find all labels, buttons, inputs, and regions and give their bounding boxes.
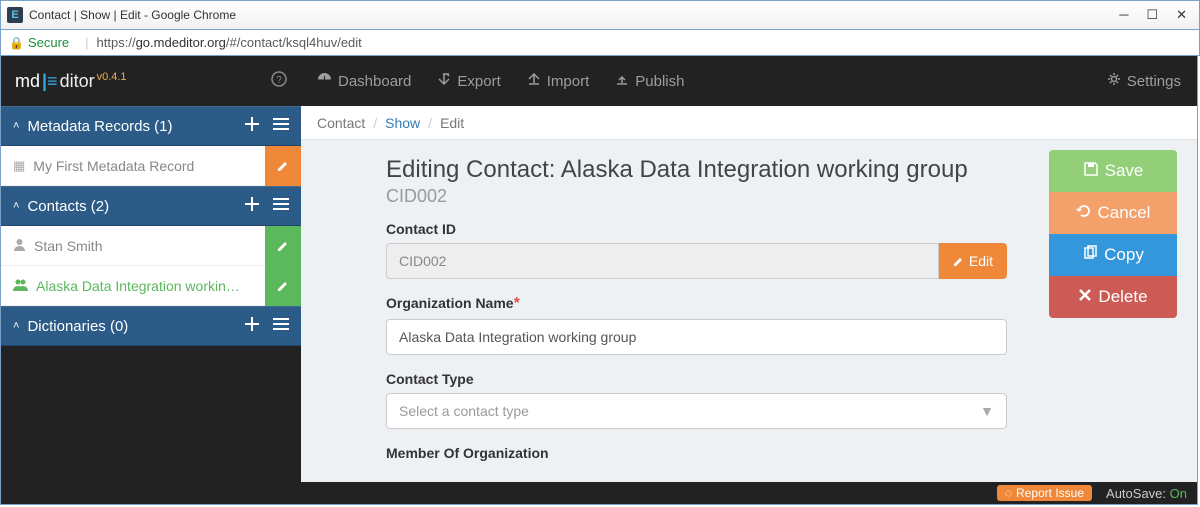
window-title: Contact | Show | Edit - Google Chrome — [29, 8, 236, 22]
edit-contact-button[interactable] — [265, 266, 301, 306]
add-dictionary-button[interactable] — [245, 317, 259, 335]
status-footer: ◌ Report Issue AutoSave: On — [301, 482, 1197, 504]
chevron-up-icon: ˄ — [13, 200, 19, 212]
sidebar-item-label: My First Metadata Record — [33, 158, 194, 174]
action-button-column: Save Cancel Copy Delete — [1049, 150, 1177, 318]
add-metadata-button[interactable] — [245, 117, 259, 135]
add-contact-button[interactable] — [245, 197, 259, 215]
organization-name-field[interactable] — [386, 319, 1007, 355]
copy-icon — [1082, 245, 1098, 266]
sidebar: md|≡ditorv0.4.1 ? ˄ Metadata Records (1)… — [1, 56, 301, 504]
main-content: Save Cancel Copy Delete Editing Contact:… — [301, 140, 1197, 482]
lock-icon: 🔒 — [9, 36, 24, 50]
page-subtitle: CID002 — [386, 186, 1007, 207]
app-logo: md|≡ditorv0.4.1 — [15, 71, 127, 92]
cancel-button[interactable]: Cancel — [1049, 192, 1177, 234]
github-icon: ◌ — [1005, 486, 1012, 500]
grid-icon: ▦ — [13, 158, 25, 174]
autosave-status: AutoSave: On — [1106, 486, 1187, 501]
sidebar-section-dictionaries[interactable]: ˄ Dictionaries (0) — [1, 306, 301, 346]
save-icon — [1083, 161, 1099, 182]
report-issue-button[interactable]: ◌ Report Issue — [997, 485, 1092, 501]
group-icon — [13, 278, 28, 294]
nav-export[interactable]: Export — [437, 72, 500, 90]
undo-icon — [1076, 203, 1092, 224]
url-display[interactable]: https://go.mdeditor.org/#/contact/ksql4h… — [97, 35, 362, 50]
app-favicon: E — [7, 7, 23, 23]
nav-import[interactable]: Import — [527, 72, 590, 90]
x-icon — [1078, 287, 1092, 307]
sidebar-section-contacts[interactable]: ˄ Contacts (2) — [1, 186, 301, 226]
help-icon[interactable]: ? — [271, 71, 287, 92]
edit-metadata-button[interactable] — [265, 146, 301, 186]
list-dictionaries-button[interactable] — [273, 317, 289, 335]
import-icon — [527, 72, 541, 90]
list-metadata-button[interactable] — [273, 117, 289, 135]
nav-dashboard[interactable]: Dashboard — [317, 72, 411, 91]
sidebar-section-title: Metadata Records (1) — [27, 118, 172, 135]
delete-button[interactable]: Delete — [1049, 276, 1177, 318]
label-contact-type: Contact Type — [386, 371, 1007, 387]
breadcrumb: Contact / Show / Edit — [301, 106, 1197, 140]
copy-button[interactable]: Copy — [1049, 234, 1177, 276]
list-contacts-button[interactable] — [273, 197, 289, 215]
window-close-button[interactable]: ✕ — [1176, 7, 1187, 23]
nav-settings[interactable]: Settings — [1107, 72, 1181, 90]
secure-label: Secure — [28, 35, 69, 50]
contact-id-field — [386, 243, 939, 279]
label-contact-id: Contact ID — [386, 221, 1007, 237]
page-title: Editing Contact: Alaska Data Integration… — [386, 156, 1007, 184]
top-nav: Dashboard Export Import Publish Settings — [301, 56, 1197, 106]
sidebar-item-label: Alaska Data Integration working… — [36, 278, 246, 294]
person-icon — [13, 238, 26, 254]
sidebar-item-label: Stan Smith — [34, 238, 102, 254]
window-maximize-button[interactable]: ☐ — [1146, 7, 1158, 23]
address-bar: 🔒 Secure | https://go.mdeditor.org/#/con… — [0, 30, 1200, 56]
sidebar-section-title: Contacts (2) — [27, 198, 109, 215]
label-member-of: Member Of Organization — [386, 445, 1007, 461]
sidebar-item-contact-org[interactable]: Alaska Data Integration working… — [1, 266, 301, 306]
sidebar-section-title: Dictionaries (0) — [27, 318, 128, 335]
chevron-up-icon: ˄ — [13, 320, 19, 332]
dashboard-icon — [317, 72, 332, 91]
sidebar-section-metadata[interactable]: ˄ Metadata Records (1) — [1, 106, 301, 146]
breadcrumb-show[interactable]: Show — [385, 115, 420, 131]
label-org-name: Organization Name* — [386, 295, 1007, 313]
gear-icon — [1107, 72, 1121, 90]
publish-icon — [615, 72, 629, 90]
breadcrumb-contact: Contact — [317, 115, 365, 131]
sidebar-item-contact-person[interactable]: Stan Smith — [1, 226, 301, 266]
sidebar-item-metadata-record[interactable]: ▦ My First Metadata Record — [1, 146, 301, 186]
contact-type-select[interactable]: Select a contact type ▼ — [386, 393, 1007, 429]
export-icon — [437, 72, 451, 90]
window-minimize-button[interactable]: ─ — [1119, 7, 1128, 23]
breadcrumb-edit: Edit — [440, 115, 464, 131]
chevron-down-icon: ▼ — [980, 403, 994, 419]
nav-publish[interactable]: Publish — [615, 72, 684, 90]
edit-contact-id-button[interactable]: Edit — [939, 243, 1007, 279]
chevron-up-icon: ˄ — [13, 120, 19, 132]
svg-text:?: ? — [276, 75, 282, 86]
edit-contact-button[interactable] — [265, 226, 301, 266]
window-titlebar: E Contact | Show | Edit - Google Chrome … — [0, 0, 1200, 30]
save-button[interactable]: Save — [1049, 150, 1177, 192]
brand-bar: md|≡ditorv0.4.1 ? — [1, 56, 301, 106]
